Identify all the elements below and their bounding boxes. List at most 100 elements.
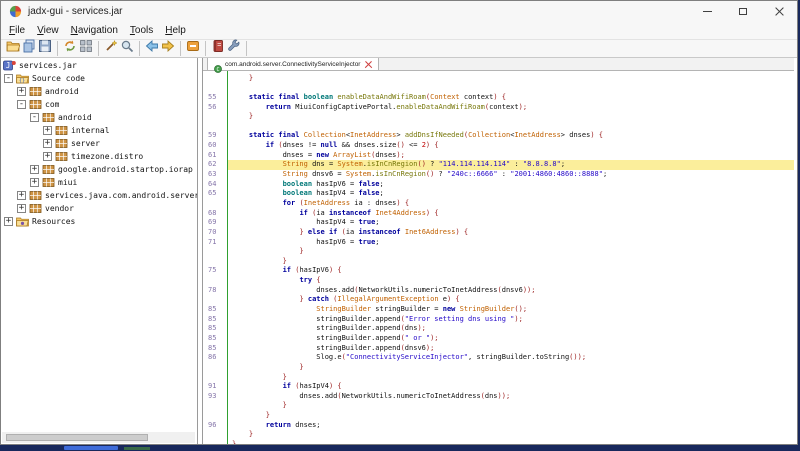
menubar: FileViewNavigationToolsHelp bbox=[1, 22, 797, 40]
forward-button[interactable] bbox=[160, 41, 175, 56]
tree-item-google-android-startop-iorap[interactable]: +google.android.startop.iorap bbox=[1, 163, 197, 176]
code-line bbox=[203, 122, 794, 132]
export-button[interactable] bbox=[185, 41, 200, 56]
expand-icon[interactable]: + bbox=[43, 139, 52, 148]
line-number bbox=[203, 112, 228, 122]
code-text: for (InetAddress ia : dnses) { bbox=[228, 199, 794, 209]
menu-item-view[interactable]: View bbox=[31, 23, 65, 38]
scrollbar-thumb[interactable] bbox=[6, 434, 148, 441]
taskbar-accent bbox=[64, 446, 118, 450]
code-text: } bbox=[228, 411, 794, 421]
tree-item-internal[interactable]: +internal bbox=[1, 124, 197, 137]
search-button[interactable] bbox=[119, 41, 134, 56]
code-text: dnses.add(NetworkUtils.numericToInetAddr… bbox=[228, 286, 794, 296]
line-number: 64 bbox=[203, 180, 228, 190]
code-line: 85 stringBuilder.append(" or "); bbox=[203, 334, 794, 344]
tree-item-label: Source code bbox=[32, 74, 85, 83]
expand-icon[interactable]: + bbox=[17, 191, 26, 200]
tree-item-timezone-distro[interactable]: +timezone.distro bbox=[1, 150, 197, 163]
expand-icon[interactable]: + bbox=[17, 87, 26, 96]
add-files-icon bbox=[22, 39, 36, 58]
line-number: 86 bbox=[203, 353, 228, 363]
deobfuscation-icon bbox=[104, 39, 118, 58]
code-line: 71 hasIpV6 = true; bbox=[203, 238, 794, 248]
code-text: static final Collection<InetAddress> add… bbox=[228, 131, 794, 141]
tree-item-vendor[interactable]: +vendor bbox=[1, 202, 197, 215]
tree-item-resources[interactable]: +Resources bbox=[1, 215, 197, 228]
tree-item-label: android bbox=[45, 87, 79, 96]
package-icon bbox=[29, 190, 42, 201]
taskbar-strip bbox=[0, 445, 800, 451]
tree-item-miui[interactable]: +miui bbox=[1, 176, 197, 189]
maximize-button[interactable] bbox=[725, 1, 761, 22]
code-content: 51 com.setDnsServerAddress(cachedResolve… bbox=[203, 71, 794, 444]
code-line-highlighted: 62 String dns = System.isInCnRegion() ? … bbox=[203, 160, 794, 170]
expand-icon[interactable]: + bbox=[30, 165, 39, 174]
expand-icon[interactable]: + bbox=[4, 217, 13, 226]
code-line: } bbox=[203, 401, 794, 411]
code-line: 85 stringBuilder.append(dns); bbox=[203, 324, 794, 334]
menu-item-file[interactable]: File bbox=[3, 23, 31, 38]
close-button[interactable] bbox=[761, 1, 797, 22]
add-files-button[interactable] bbox=[21, 41, 36, 56]
preferences-button[interactable] bbox=[226, 41, 241, 56]
tree-item-services-java-com-android-server[interactable]: +services.java.com.android.server. bbox=[1, 189, 197, 202]
code-text: static final boolean enableDataAndWifiRo… bbox=[228, 93, 794, 103]
tree-item-server[interactable]: + server bbox=[1, 137, 197, 150]
svg-text:J: J bbox=[6, 61, 11, 70]
code-line: 60 if (dnses != null && dnses.size() <= … bbox=[203, 141, 794, 151]
collapse-icon[interactable]: - bbox=[30, 113, 39, 122]
tree-item-source-code[interactable]: -{}Source code bbox=[1, 72, 197, 85]
collapse-icon[interactable]: - bbox=[17, 100, 26, 109]
collapse-icon[interactable]: - bbox=[4, 74, 13, 83]
code-line: } bbox=[203, 257, 794, 267]
editor-tab[interactable]: C com.android.server.ConnectivityService… bbox=[207, 58, 379, 70]
package-icon bbox=[29, 203, 42, 214]
line-number: 63 bbox=[203, 170, 228, 180]
line-number: 55 bbox=[203, 93, 228, 103]
flat-packages-icon bbox=[79, 39, 93, 58]
tree-item-services-jar[interactable]: Jservices.jar bbox=[1, 59, 197, 72]
toolbar-separator bbox=[139, 41, 140, 56]
line-number bbox=[203, 83, 228, 93]
line-number bbox=[203, 295, 228, 305]
code-line: 65 boolean hasIpV4 = false; bbox=[203, 189, 794, 199]
line-number: 59 bbox=[203, 131, 228, 141]
expand-icon[interactable]: + bbox=[43, 152, 52, 161]
tree-item-label: server bbox=[71, 139, 100, 148]
code-text: dnses = new ArrayList(dnses); bbox=[228, 151, 794, 161]
code-line: for (InetAddress ia : dnses) { bbox=[203, 199, 794, 209]
menu-item-help[interactable]: Help bbox=[159, 23, 192, 38]
tree-item-label: com bbox=[45, 100, 59, 109]
minimize-button[interactable] bbox=[689, 1, 725, 22]
reload-button[interactable] bbox=[62, 41, 77, 56]
tree-item-android[interactable]: -android bbox=[1, 111, 197, 124]
titlebar[interactable]: jadx-gui - services.jar bbox=[1, 1, 797, 22]
menu-item-navigation[interactable]: Navigation bbox=[65, 23, 124, 38]
code-text: } bbox=[228, 363, 794, 373]
line-number: 60 bbox=[203, 141, 228, 151]
code-text: if (hasIpV4) { bbox=[228, 382, 794, 392]
code-text: hasIpV4 = true; bbox=[228, 218, 794, 228]
expand-icon[interactable]: + bbox=[30, 178, 39, 187]
tree-item-label: services.jar bbox=[19, 61, 77, 70]
package-icon bbox=[55, 138, 68, 149]
expand-icon[interactable]: + bbox=[17, 204, 26, 213]
toolbar-separator bbox=[98, 41, 99, 56]
tree-item-com[interactable]: - com bbox=[1, 98, 197, 111]
flat-packages-button[interactable] bbox=[78, 41, 93, 56]
deobfuscation-button[interactable] bbox=[103, 41, 118, 56]
horizontal-scrollbar[interactable] bbox=[2, 432, 195, 443]
open-file-button[interactable] bbox=[5, 41, 20, 56]
expand-icon[interactable]: + bbox=[43, 126, 52, 135]
code-editor[interactable]: 51 com.setDnsServerAddress(cachedResolve… bbox=[203, 71, 794, 444]
tree-item-android[interactable]: + android bbox=[1, 85, 197, 98]
menu-item-tools[interactable]: Tools bbox=[124, 23, 159, 38]
tab-close-icon[interactable] bbox=[365, 61, 372, 68]
code-line: } bbox=[203, 373, 794, 383]
save-all-button[interactable] bbox=[37, 41, 52, 56]
line-number: 70 bbox=[203, 228, 228, 238]
log-viewer-button[interactable] bbox=[210, 41, 225, 56]
back-button[interactable] bbox=[144, 41, 159, 56]
project-tree-panel[interactable]: Jservices.jar-{}Source code+android-com-… bbox=[1, 58, 198, 444]
